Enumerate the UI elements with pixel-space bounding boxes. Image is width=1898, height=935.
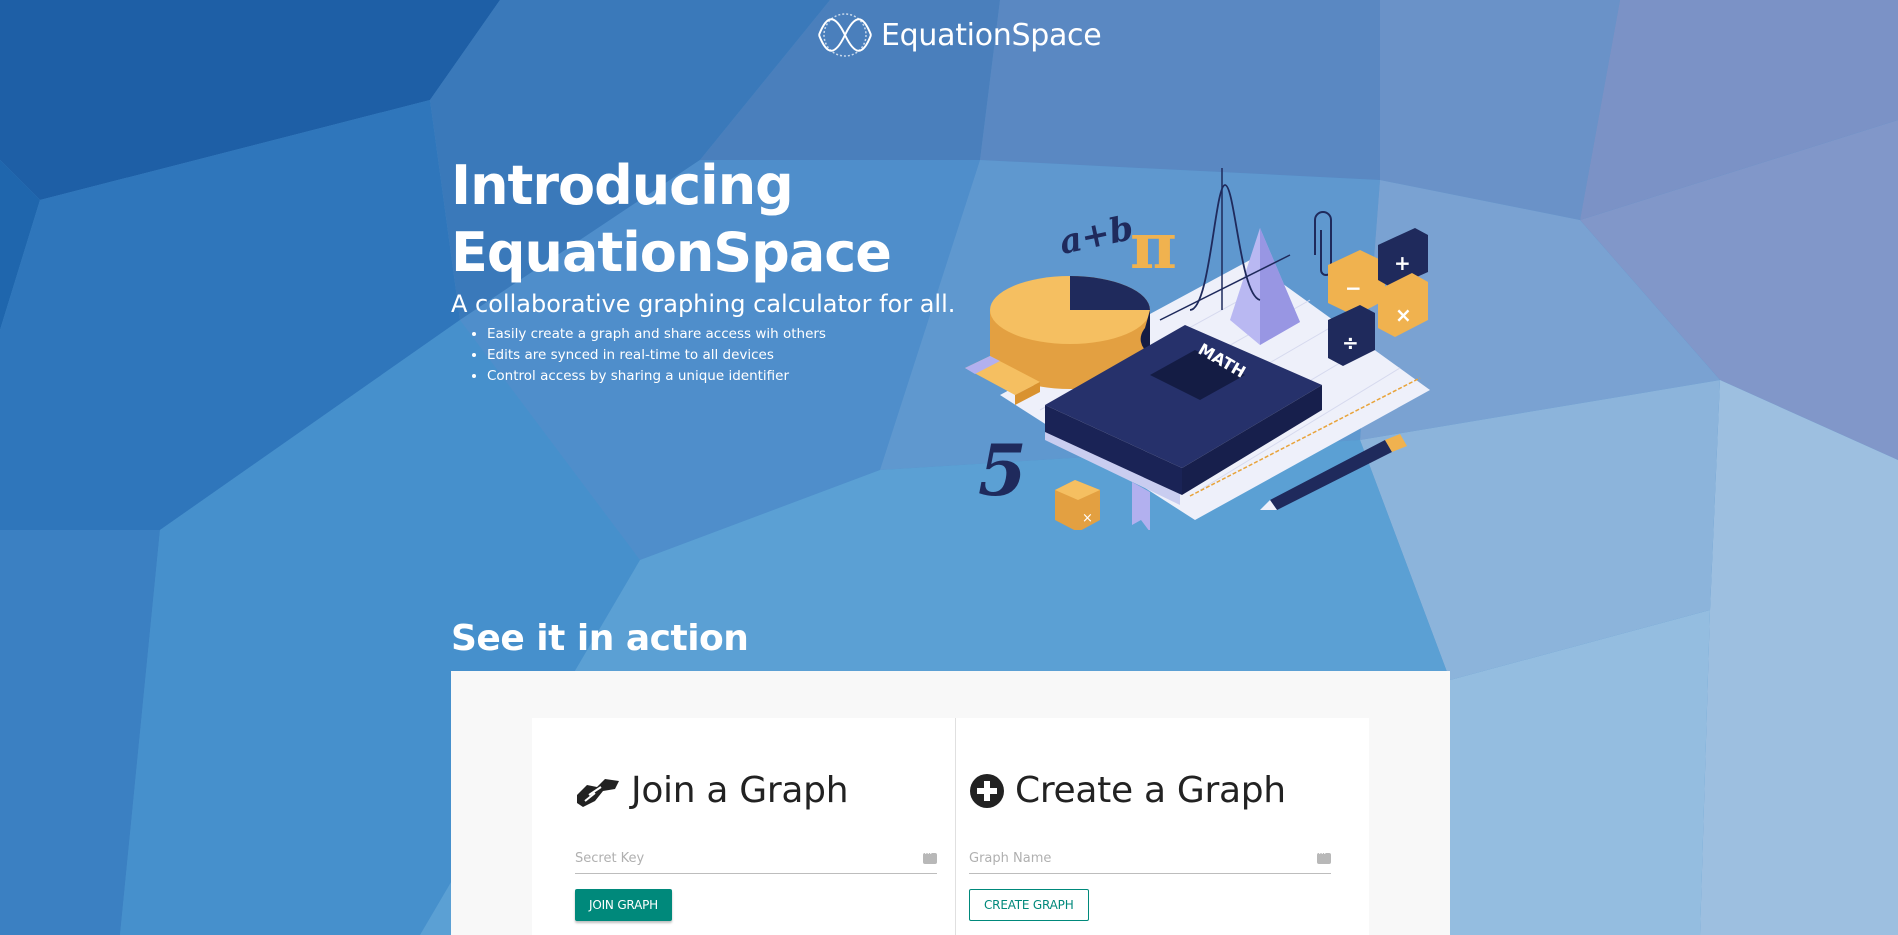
create-graph-title: Create a Graph (1015, 770, 1286, 811)
handshake-icon (577, 778, 619, 807)
demo-card: Join a Graph JOIN GRAPH Create a Graph (532, 718, 1369, 935)
secret-key-input[interactable] (575, 845, 895, 871)
illus-pi-label: π (1130, 209, 1177, 284)
hero-title: Introducing EquationSpace (451, 152, 971, 286)
password-manager-icon[interactable] (1317, 847, 1331, 864)
illus-five-label: 5 (978, 429, 1027, 512)
svg-text:÷: ÷ (1342, 331, 1359, 355)
graph-name-field (969, 845, 1331, 874)
svg-text:+: + (1394, 251, 1411, 275)
join-graph-title: Join a Graph (631, 770, 849, 811)
join-graph-button[interactable]: JOIN GRAPH (575, 889, 672, 921)
password-manager-icon[interactable] (923, 847, 937, 864)
svg-text:−: − (1345, 276, 1362, 300)
svg-text:×: × (1082, 511, 1093, 526)
feature-item: Edits are synced in real-time to all dev… (487, 345, 971, 366)
create-graph-column: Create a Graph CREATE GRAPH (955, 718, 1370, 935)
join-graph-column: Join a Graph JOIN GRAPH (532, 718, 955, 935)
feature-list: Easily create a graph and share access w… (451, 324, 971, 387)
brand-name: EquationSpace (881, 17, 1102, 53)
feature-item: Easily create a graph and share access w… (487, 324, 971, 345)
section-heading: See it in action (451, 618, 749, 659)
hero-subtitle: A collaborative graphing calculator for … (451, 290, 956, 318)
svg-text:×: × (1395, 303, 1412, 327)
illus-ab-label: a+b (1056, 208, 1137, 263)
hero-section: Introducing EquationSpace A collaborativ… (451, 152, 971, 387)
wave-logo-icon (818, 13, 872, 57)
feature-item: Control access by sharing a unique ident… (487, 366, 971, 387)
create-graph-header: Create a Graph (969, 770, 1286, 811)
hero-title-line1: Introducing (451, 154, 794, 217)
plus-circle-icon (970, 773, 1004, 808)
secret-key-field (575, 845, 937, 874)
join-graph-header: Join a Graph (575, 770, 849, 811)
create-graph-button[interactable]: CREATE GRAPH (969, 889, 1089, 921)
demo-panel: Join a Graph JOIN GRAPH Create a Graph (451, 671, 1450, 935)
site-header-logo[interactable]: EquationSpace (817, 12, 1102, 58)
math-illustration: MATH a+b π − + × ÷ 5 × (965, 168, 1430, 530)
graph-name-input[interactable] (969, 845, 1289, 871)
hero-title-line2: EquationSpace (451, 221, 892, 284)
